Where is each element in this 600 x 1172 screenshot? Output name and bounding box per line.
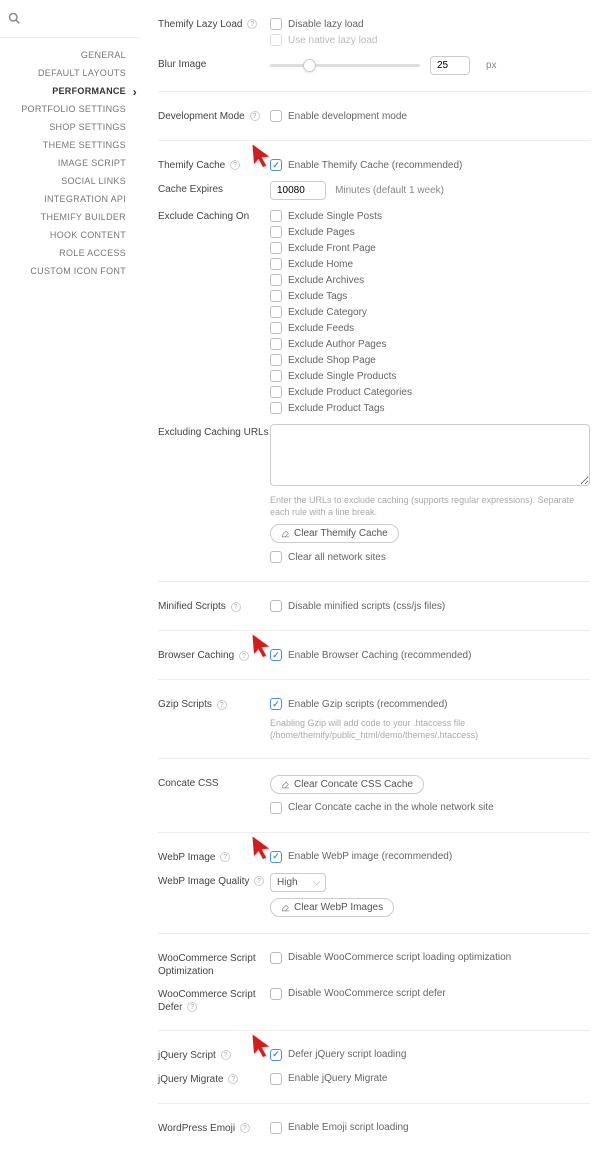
eraser-icon <box>281 903 290 912</box>
sidebar-item-themify-builder[interactable]: THEMIFY BUILDER <box>0 208 140 226</box>
help-icon[interactable]: ? <box>250 111 260 121</box>
sidebar-item-image-script[interactable]: IMAGE SCRIPT <box>0 154 140 172</box>
help-icon[interactable]: ? <box>220 852 230 862</box>
checkbox-clear-network[interactable] <box>270 551 282 563</box>
help-icon[interactable]: ? <box>247 19 257 29</box>
checkbox-browser-caching[interactable] <box>270 649 282 661</box>
webp-quality-select[interactable]: High <box>270 873 326 892</box>
cache-expires-input[interactable] <box>270 181 326 200</box>
checkbox-wc-opt[interactable] <box>270 952 282 964</box>
label-cache-expires: Cache Expires <box>158 181 270 196</box>
clear-webp-button[interactable]: Clear WebP Images <box>270 898 394 917</box>
exclude-urls-textarea[interactable] <box>270 424 590 486</box>
clear-concate-button[interactable]: Clear Concate CSS Cache <box>270 775 424 794</box>
label-concate: Concate CSS <box>158 775 270 790</box>
label-blur: Blur Image <box>158 56 270 71</box>
sidebar-item-custom-icon-font[interactable]: CUSTOM ICON FONT <box>0 262 140 280</box>
checkbox-wc-defer[interactable] <box>270 988 282 1000</box>
sidebar-item-role-access[interactable]: ROLE ACCESS <box>0 244 140 262</box>
checkbox-native-lazy[interactable] <box>270 34 282 46</box>
checkbox-exclude-feeds[interactable] <box>270 322 282 334</box>
help-icon[interactable]: ? <box>240 1123 250 1133</box>
checkbox-exclude-category[interactable] <box>270 306 282 318</box>
sidebar-item-performance[interactable]: PERFORMANCE <box>0 82 140 100</box>
label-exclude-on: Exclude Caching On <box>158 208 270 223</box>
sidebar-item-portfolio-settings[interactable]: PORTFOLIO SETTINGS <box>0 100 140 118</box>
label-wc-defer: WooCommerce Script Defer ? <box>158 986 270 1014</box>
checkbox-webp[interactable] <box>270 851 282 863</box>
sidebar-item-integration-api[interactable]: INTEGRATION API <box>0 190 140 208</box>
sidebar-item-default-layouts[interactable]: DEFAULT LAYOUTS <box>0 64 140 82</box>
checkbox-exclude-pages[interactable] <box>270 226 282 238</box>
checkbox-enable-cache[interactable] <box>270 159 282 171</box>
checkbox-dev-mode[interactable] <box>270 110 282 122</box>
gzip-hint: Enabling Gzip will add code to your .hta… <box>270 718 590 741</box>
checkbox-exclude-shop-page[interactable] <box>270 354 282 366</box>
label-lazy-load: Themify Lazy Load ? <box>158 16 270 31</box>
checkbox-exclude-single-posts[interactable] <box>270 210 282 222</box>
label-dev-mode: Development Mode ? <box>158 108 270 123</box>
checkbox-exclude-author-pages[interactable] <box>270 338 282 350</box>
checkbox-exclude-product-tags[interactable] <box>270 402 282 414</box>
label-browser-caching: Browser Caching ? <box>158 647 270 662</box>
checkbox-gzip[interactable] <box>270 698 282 710</box>
blur-slider[interactable] <box>270 64 420 67</box>
label-minified: Minified Scripts ? <box>158 598 270 613</box>
settings-main: Themify Lazy Load ? Disable lazy load Us… <box>140 0 600 1172</box>
help-icon[interactable]: ? <box>231 602 241 612</box>
help-icon[interactable]: ? <box>217 700 227 710</box>
label-gzip: Gzip Scripts ? <box>158 696 270 711</box>
clear-cache-button[interactable]: Clear Themify Cache <box>270 524 399 543</box>
sidebar-item-hook-content[interactable]: HOOK CONTENT <box>0 226 140 244</box>
label-wc-opt: WooCommerce Script Optimization <box>158 950 270 978</box>
checkbox-minified[interactable] <box>270 600 282 612</box>
blur-input[interactable] <box>430 56 470 75</box>
checkbox-jquery-defer[interactable] <box>270 1049 282 1061</box>
checkbox-exclude-front-page[interactable] <box>270 242 282 254</box>
label-emoji: WordPress Emoji ? <box>158 1120 270 1135</box>
search-icon <box>8 12 20 24</box>
label-webp-quality: WebP Image Quality ? <box>158 873 270 888</box>
help-icon[interactable]: ? <box>187 1002 197 1012</box>
checkbox-emoji[interactable] <box>270 1122 282 1134</box>
checkbox-exclude-single-products[interactable] <box>270 370 282 382</box>
label-jquery: jQuery Script ? <box>158 1047 270 1062</box>
help-icon[interactable]: ? <box>221 1050 231 1060</box>
checkbox-concate-network[interactable] <box>270 802 282 814</box>
label-themify-cache: Themify Cache ? <box>158 157 270 172</box>
sidebar-item-theme-settings[interactable]: THEME SETTINGS <box>0 136 140 154</box>
checkbox-disable-lazy[interactable] <box>270 18 282 30</box>
settings-sidebar: GENERALDEFAULT LAYOUTSPERFORMANCEPORTFOL… <box>0 0 140 1172</box>
sidebar-item-shop-settings[interactable]: SHOP SETTINGS <box>0 118 140 136</box>
label-exclude-urls: Excluding Caching URLs <box>158 424 270 439</box>
exclude-urls-hint: Enter the URLs to exclude caching (suppo… <box>270 495 590 518</box>
eraser-icon <box>281 529 290 538</box>
checkbox-jquery-migrate[interactable] <box>270 1073 282 1085</box>
checkbox-exclude-home[interactable] <box>270 258 282 270</box>
label-webp: WebP Image ? <box>158 849 270 864</box>
sidebar-item-social-links[interactable]: SOCIAL LINKS <box>0 172 140 190</box>
checkbox-exclude-archives[interactable] <box>270 274 282 286</box>
eraser-icon <box>281 780 290 789</box>
help-icon[interactable]: ? <box>230 160 240 170</box>
sidebar-search[interactable] <box>0 8 140 38</box>
help-icon[interactable]: ? <box>228 1074 238 1084</box>
slider-thumb[interactable] <box>303 59 316 72</box>
help-icon[interactable]: ? <box>254 876 264 886</box>
checkbox-exclude-tags[interactable] <box>270 290 282 302</box>
sidebar-item-general[interactable]: GENERAL <box>0 46 140 64</box>
label-jquery-migrate: jQuery Migrate ? <box>158 1071 270 1086</box>
help-icon[interactable]: ? <box>239 651 249 661</box>
checkbox-exclude-product-categories[interactable] <box>270 386 282 398</box>
